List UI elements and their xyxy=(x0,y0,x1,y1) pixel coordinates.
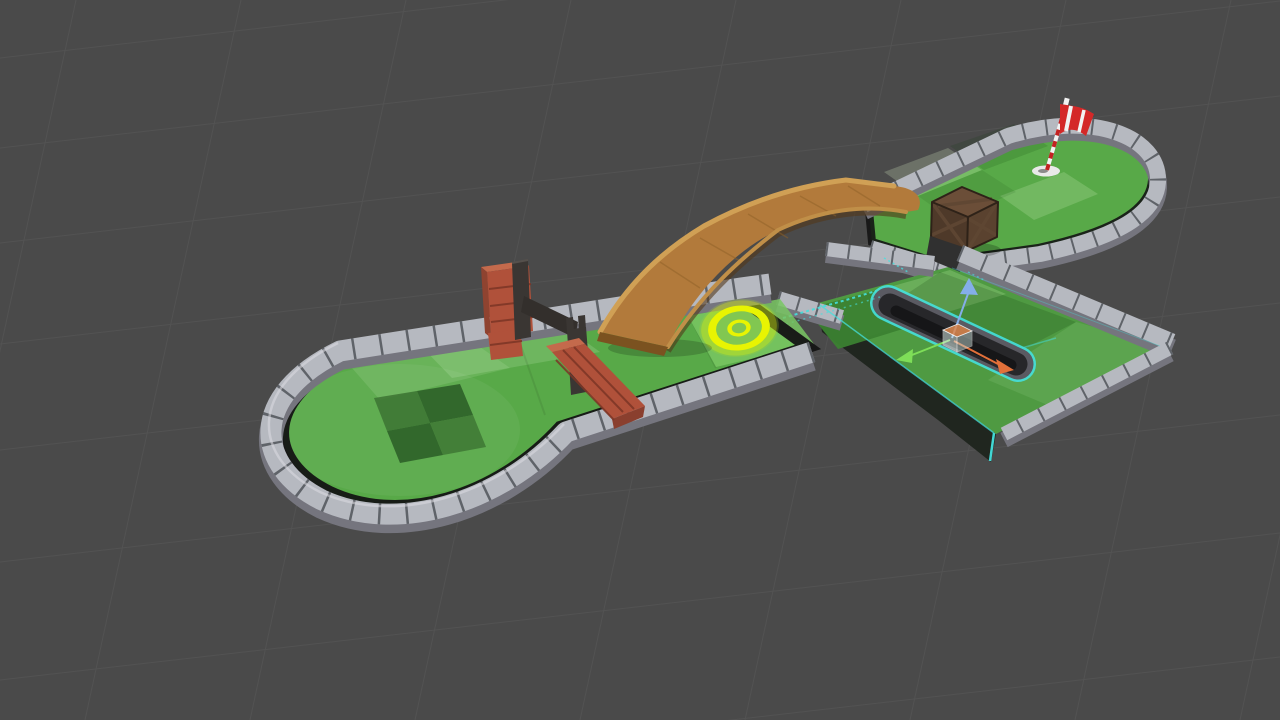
editor-stage xyxy=(0,0,1280,720)
scene-viewport[interactable] xyxy=(0,0,1280,720)
